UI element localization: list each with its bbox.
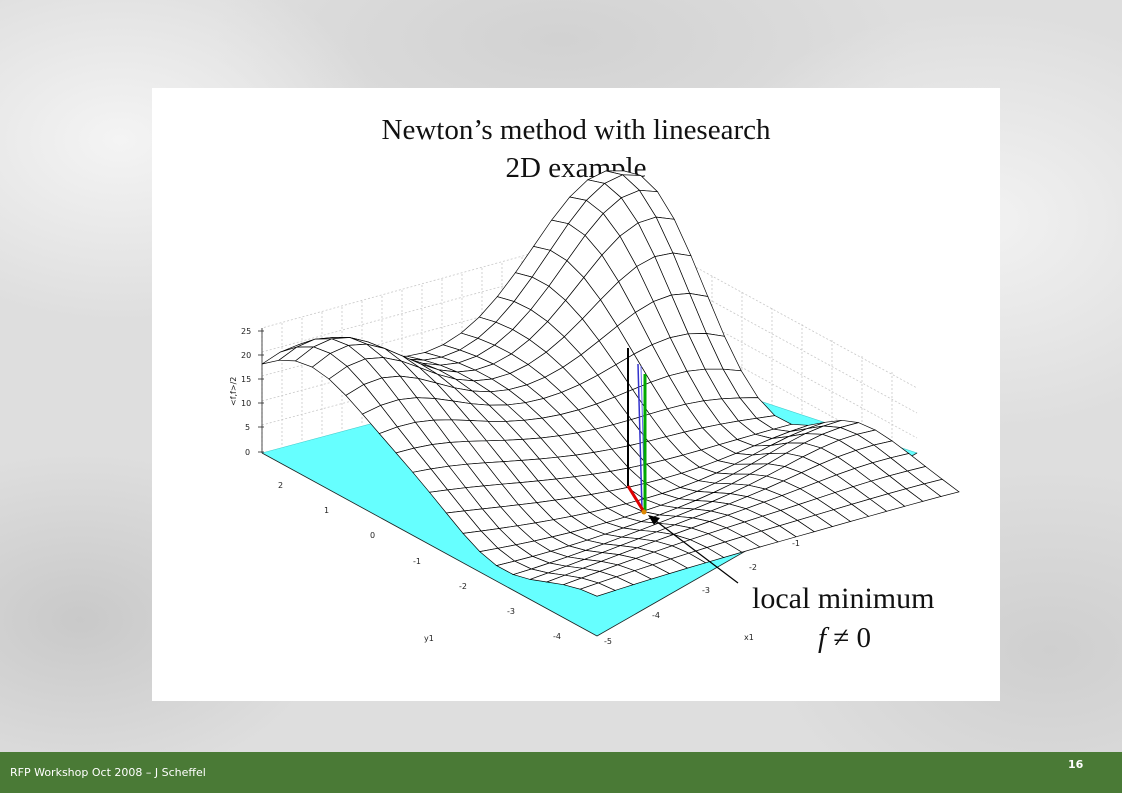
footer-text: RFP Workshop Oct 2008 – J Scheffel — [10, 766, 206, 779]
y-tick: -1 — [413, 557, 421, 566]
z-tick: 5 — [245, 423, 250, 432]
annotation-var: f — [818, 622, 827, 654]
y-tick: 1 — [324, 506, 329, 515]
annotation-f-not-zero: f ≠ 0 — [818, 622, 871, 655]
x-tick: -3 — [702, 586, 710, 595]
x-axis-label: x1 — [744, 633, 754, 642]
z-axis-label: <f,f>/2 — [229, 377, 238, 406]
y-axis-label: y1 — [424, 634, 434, 643]
x-tick: -5 — [604, 637, 612, 646]
annotation-rest: ≠ 0 — [826, 622, 871, 654]
z-tick: 10 — [241, 399, 251, 408]
z-axis — [258, 328, 264, 453]
x-tick: -1 — [792, 539, 800, 548]
surface-mesh — [261, 170, 960, 597]
z-tick-labels: 0 5 10 15 20 25 — [241, 327, 251, 457]
z-tick: 25 — [241, 327, 251, 336]
z-tick: 15 — [241, 375, 251, 384]
z-tick: 20 — [241, 351, 251, 360]
z-tick: 0 — [245, 448, 250, 457]
y-tick: -3 — [507, 607, 515, 616]
annotation-local-minimum: local minimum — [752, 582, 935, 615]
y-tick: 0 — [370, 531, 375, 540]
x-tick: -2 — [749, 563, 757, 572]
y-tick: -2 — [459, 582, 467, 591]
minimum-point — [641, 509, 647, 515]
x-tick: -4 — [652, 611, 660, 620]
page-number: 16 — [1068, 758, 1084, 771]
y-tick: -4 — [553, 632, 561, 641]
y-tick: 2 — [278, 481, 283, 490]
